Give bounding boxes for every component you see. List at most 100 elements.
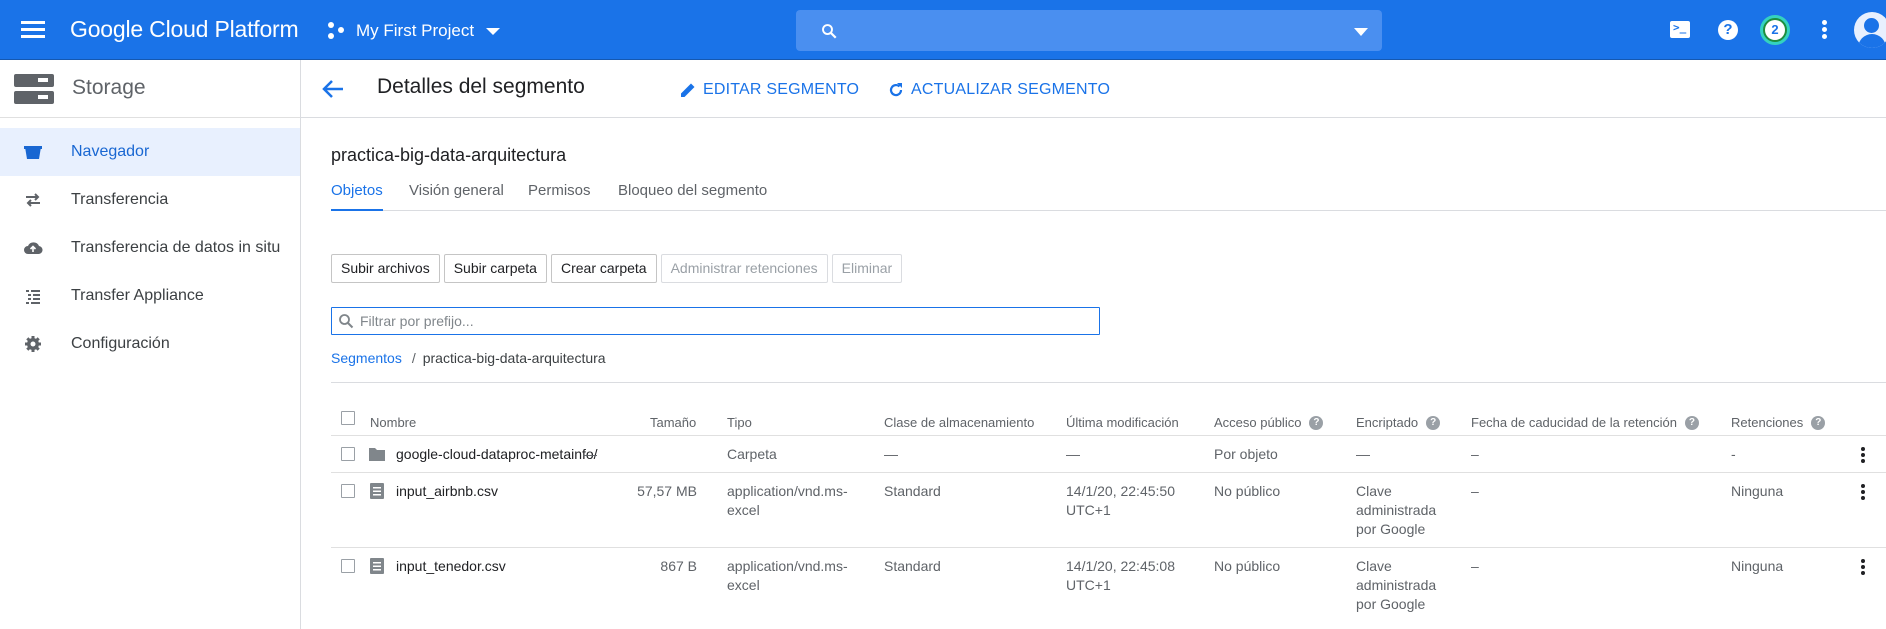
filter-input[interactable]	[360, 310, 1090, 332]
tab-vision-general[interactable]: Visión general	[409, 182, 504, 211]
help-icon[interactable]: ?	[1426, 415, 1441, 430]
object-type: Carpeta	[727, 446, 777, 462]
sidebar-item-transfer-appliance[interactable]: Transfer Appliance	[0, 272, 300, 320]
column-header-nombre[interactable]: Nombre	[370, 415, 416, 430]
cloud-upload-icon	[24, 242, 43, 255]
notifications-icon[interactable]: 2	[1760, 15, 1790, 45]
cloud-shell-icon[interactable]	[1668, 18, 1692, 42]
page-header: Detalles del segmento EDITAR SEGMENTO AC…	[301, 60, 1886, 118]
object-retentions: Ninguna	[1731, 558, 1784, 574]
object-storage-class: Standard	[884, 558, 941, 574]
sidebar-item-configuracion[interactable]: Configuración	[0, 320, 300, 368]
brand-title[interactable]: Google Cloud Platform	[70, 16, 299, 43]
breadcrumb-separator: /	[411, 350, 416, 366]
object-modified: —	[1066, 446, 1080, 462]
manage-retention-button[interactable]: Administrar retenciones	[660, 254, 828, 283]
page-title: Detalles del segmento	[377, 75, 585, 98]
bucket-name: practica-big-data-arquitectura	[331, 145, 567, 165]
back-arrow-icon[interactable]	[321, 78, 345, 100]
refresh-icon	[889, 83, 903, 97]
sidebar-item-label: Transfer Appliance	[71, 287, 204, 304]
column-header-clase[interactable]: Clase de almacenamiento	[884, 415, 1034, 430]
action-toolbar: Subir archivos Subir carpeta Crear carpe…	[331, 254, 903, 283]
object-storage-class: —	[884, 446, 898, 462]
table-row[interactable]: input_airbnb.csv 57,57 MB application/vn…	[331, 472, 1886, 537]
sidebar-item-navegador[interactable]: Navegador	[0, 128, 300, 176]
notification-count: 2	[1765, 20, 1785, 40]
sidebar-item-transferencia[interactable]: Transferencia	[0, 176, 300, 224]
gear-icon	[25, 336, 41, 352]
list-icon	[26, 290, 40, 304]
row-more-vert-icon[interactable]	[1860, 446, 1866, 464]
column-header-acceso[interactable]: Acceso público?	[1214, 415, 1324, 430]
upload-folder-button[interactable]: Subir carpeta	[443, 254, 547, 283]
object-encrypted: Clave administrada por Google	[1356, 558, 1437, 612]
sidebar-item-label: Navegador	[71, 143, 150, 160]
table-row[interactable]: input_tenedor.csv 867 B application/vnd.…	[331, 547, 1886, 612]
sidebar-item-label: Transferencia	[71, 191, 169, 208]
row-more-vert-icon[interactable]	[1860, 483, 1866, 501]
pencil-icon	[681, 83, 695, 97]
object-size: —	[583, 446, 597, 462]
storage-icon	[14, 74, 54, 104]
column-header-tamano[interactable]: Tamaño	[650, 415, 696, 430]
search-icon	[339, 314, 354, 329]
refresh-bucket-button[interactable]: ACTUALIZAR SEGMENTO	[887, 79, 1110, 101]
help-icon[interactable]: ?	[1684, 415, 1699, 430]
breadcrumb: Segmentos / practica-big-data-arquitectu…	[331, 350, 606, 366]
column-header-retenciones[interactable]: Retenciones?	[1731, 415, 1826, 430]
search-bar[interactable]	[796, 10, 1382, 51]
project-dots-icon	[328, 22, 346, 40]
object-type: application/vnd.ms-excel	[727, 558, 848, 593]
tab-permisos[interactable]: Permisos	[528, 182, 591, 211]
breadcrumb-current: practica-big-data-arquitectura	[422, 350, 606, 366]
tab-bar: Objetos Visión general Permisos Bloqueo …	[331, 178, 1886, 211]
project-name: My First Project	[356, 21, 475, 40]
refresh-bucket-label: ACTUALIZAR SEGMENTO	[911, 81, 1111, 98]
tab-objetos[interactable]: Objetos	[331, 182, 383, 211]
sidebar-title: Storage	[72, 76, 146, 99]
help-icon[interactable]: ?	[1716, 18, 1740, 42]
object-access: No público	[1214, 558, 1281, 574]
upload-files-button[interactable]: Subir archivos	[331, 254, 440, 283]
breadcrumb-segmentos-link[interactable]: Segmentos	[331, 350, 402, 366]
object-modified: 14/1/20, 22:45:08 UTC+1	[1066, 558, 1175, 593]
object-retentions: Ninguna	[1731, 483, 1784, 499]
avatar[interactable]	[1854, 12, 1886, 48]
select-all-checkbox[interactable]	[341, 411, 355, 425]
swap-icon	[26, 193, 40, 207]
sidebar-item-label: Configuración	[71, 335, 170, 352]
object-size: 57,57 MB	[637, 483, 697, 499]
search-icon	[822, 24, 837, 39]
tab-bloqueo[interactable]: Bloqueo del segmento	[618, 182, 767, 211]
more-vert-icon[interactable]	[1812, 18, 1836, 42]
edit-bucket-button[interactable]: EDITAR SEGMENTO	[679, 79, 859, 101]
column-header-encriptado[interactable]: Encriptado?	[1356, 415, 1441, 430]
sidebar: Storage Navegador Transferencia Transfer…	[0, 60, 301, 629]
column-header-caducidad[interactable]: Fecha de caducidad de la retención?	[1471, 415, 1699, 430]
hamburger-menu-icon[interactable]	[18, 17, 48, 43]
create-folder-button[interactable]: Crear carpeta	[550, 254, 657, 283]
object-retention-expiry: –	[1471, 446, 1479, 462]
column-header-tipo[interactable]: Tipo	[727, 415, 752, 430]
help-icon[interactable]: ?	[1309, 415, 1324, 430]
object-storage-class: Standard	[884, 483, 941, 499]
object-retention-expiry: –	[1471, 483, 1479, 499]
filter-field[interactable]	[331, 307, 1100, 335]
chevron-down-icon	[486, 27, 501, 35]
top-app-bar: Google Cloud Platform My First Project ?…	[0, 0, 1886, 60]
sidebar-item-transferencia-in-situ[interactable]: Transferencia de datos in situ	[0, 224, 300, 272]
object-encrypted: —	[1356, 446, 1370, 462]
delete-button[interactable]: Eliminar	[831, 254, 903, 283]
row-more-vert-icon[interactable]	[1860, 558, 1866, 576]
object-retentions: -	[1731, 446, 1736, 462]
column-header-modificacion[interactable]: Última modificación	[1066, 415, 1179, 430]
table-row[interactable]: google-cloud-dataproc-metainfo/ — Carpet…	[331, 435, 1886, 472]
object-retention-expiry: –	[1471, 558, 1479, 574]
sidebar-header: Storage	[0, 60, 300, 118]
divider	[331, 382, 1886, 383]
search-dropdown-icon[interactable]	[1354, 28, 1368, 36]
help-icon[interactable]: ?	[1811, 415, 1826, 430]
sidebar-item-label: Transferencia de datos in situ	[71, 239, 281, 256]
project-selector[interactable]: My First Project	[328, 18, 501, 44]
